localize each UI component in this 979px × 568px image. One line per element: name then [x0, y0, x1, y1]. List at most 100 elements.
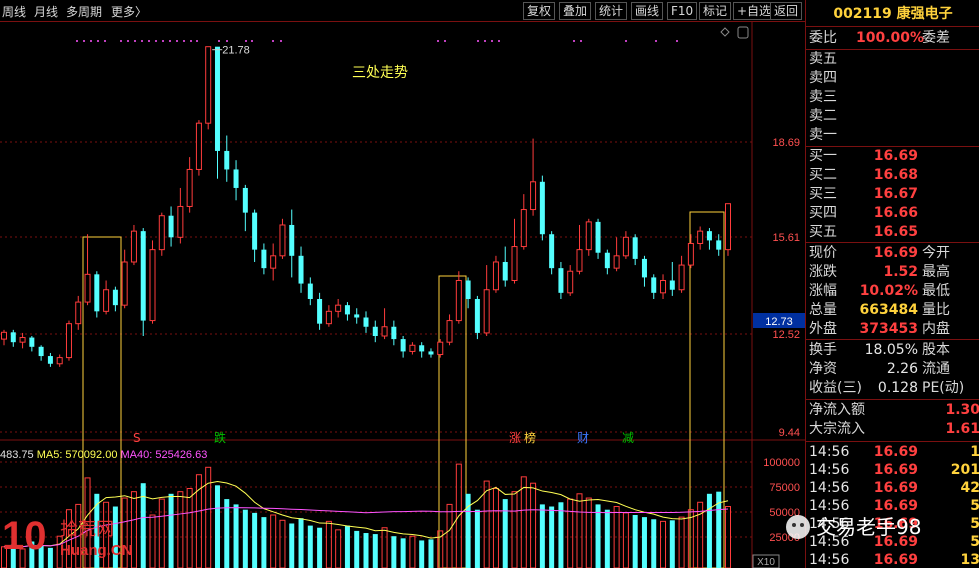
tick-time: 14:56 [809, 552, 850, 568]
flow-value: 1.61 [945, 421, 979, 437]
candle-body [307, 283, 313, 299]
stock-title[interactable]: 002119 康强电子 [806, 3, 979, 23]
stats-button[interactable]: 统计 [595, 2, 628, 20]
candle-body [65, 323, 72, 359]
event-dot [625, 40, 627, 42]
volume-bar [604, 509, 610, 568]
event-dot [573, 40, 575, 42]
volume-bar [678, 516, 685, 568]
tab-multi-period[interactable]: 多周期 [66, 3, 102, 20]
candle-body [381, 326, 388, 337]
candle-body [177, 205, 184, 238]
mark-button[interactable]: 标记 [699, 2, 732, 20]
tab-monthly[interactable]: 月线 [34, 3, 58, 20]
event-dot [484, 40, 486, 42]
event-dot [218, 40, 220, 42]
sell-row: 卖一 [806, 126, 979, 145]
volume-bar [502, 499, 508, 568]
tick-volume: 13 [960, 552, 979, 568]
more-menu[interactable]: 更多〉 [111, 3, 147, 20]
tick-price: 16.69 [873, 462, 918, 478]
volume-bar [233, 504, 239, 568]
candle-body [549, 234, 555, 269]
volume-bar [270, 514, 277, 568]
event-dot [155, 40, 157, 42]
sell-row: 卖四 [806, 69, 979, 88]
stat-value: 0.128 [877, 380, 918, 396]
tick-time: 14:56 [809, 444, 850, 460]
candle-body [317, 298, 323, 324]
event-dot [498, 40, 500, 42]
event-dot [491, 40, 493, 42]
tick-row: 14:56 16.69 13 [806, 551, 979, 568]
event-dot [190, 40, 192, 42]
event-dot [280, 40, 282, 42]
volume-bar [409, 535, 416, 568]
back-button[interactable]: 返回 [770, 2, 803, 20]
candle-body [75, 301, 82, 325]
flow-row: 净流入额 1.30 [806, 401, 979, 420]
weicha-label: 委差 [922, 30, 950, 46]
candle-body [567, 270, 574, 294]
stat-value: 2.26 [886, 361, 918, 377]
tab-weekly[interactable]: 周线 [2, 3, 26, 20]
event-dot [141, 40, 143, 42]
candle-body [354, 314, 360, 318]
stock-app: 周线 月线 多周期 更多〉 复权 叠加 统计 画线 F10 标记 +自选 返回 … [0, 0, 979, 568]
quote-row: 涨跌 1.52 最高 [806, 263, 979, 282]
volume-bar [391, 536, 397, 568]
tick-price: 16.69 [873, 480, 918, 496]
chart-annotation: 三处走势 [352, 65, 408, 81]
volume-bar [576, 493, 583, 568]
volume-bar [558, 502, 564, 568]
volume-bar [381, 527, 388, 568]
candle-body [474, 298, 480, 333]
volume-bar [419, 540, 425, 568]
adjust-rights-button[interactable]: 复权 [523, 2, 556, 20]
f10-button[interactable]: F10 [667, 2, 698, 20]
volume-unit: X10 [757, 557, 775, 568]
candle-body [632, 237, 638, 259]
volume-bar [242, 509, 248, 568]
buy-label: 买四 [809, 205, 837, 221]
volume-bar [539, 504, 545, 568]
candle-body [252, 212, 258, 250]
add-watchlist-button[interactable]: +自选 [733, 2, 776, 20]
candle-body [669, 280, 675, 290]
candle-body [706, 231, 712, 241]
flow-row: 大宗流入 1.61 [806, 420, 979, 439]
candle-body [391, 326, 397, 340]
candle-body [576, 249, 583, 272]
candle-body [298, 255, 304, 284]
candle-body [158, 215, 165, 251]
event-dots [76, 26, 749, 42]
candle-body [409, 344, 416, 352]
candle-body [483, 289, 490, 334]
volume-bar [474, 509, 480, 568]
stat-row: 换手 18.05% 股本 [806, 341, 979, 360]
volume-bar [511, 491, 518, 568]
volume-bar [168, 493, 174, 568]
candle-series [1, 46, 731, 367]
candle-body [558, 268, 564, 293]
sell-row: 卖五 [806, 50, 979, 69]
flow-label: 大宗流入 [809, 421, 865, 437]
tick-time: 14:56 [809, 480, 850, 496]
weibi-row: 委比 100.00% 委差 [806, 29, 979, 48]
draw-line-button[interactable]: 画线 [631, 2, 664, 20]
event-marker: 跌 [214, 430, 226, 445]
buy-row: 买五 16.65 [806, 223, 979, 242]
event-dot [127, 40, 129, 42]
event-dot [251, 40, 253, 42]
candle-body [38, 346, 44, 357]
quote-row: 涨幅 10.02% 最低 [806, 282, 979, 301]
buy-row: 买一 16.69 [806, 147, 979, 166]
tick-volume: 42 [960, 480, 979, 496]
overlay-button[interactable]: 叠加 [559, 2, 592, 20]
tick-time: 14:56 [809, 462, 850, 478]
candle-body [530, 181, 537, 211]
kline-chart[interactable]: 18.6915.6112.529.4412.731000007500050000… [0, 22, 805, 568]
watermark-url: Huang.CN [60, 542, 133, 559]
quote-label: 外盘 [809, 321, 837, 337]
event-dot [676, 40, 678, 42]
